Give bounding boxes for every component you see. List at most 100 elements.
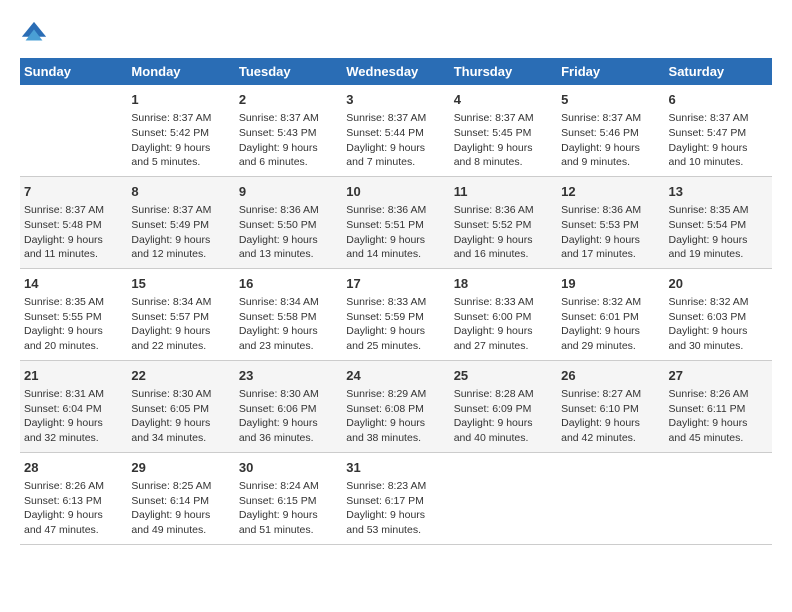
weekday-header-friday: Friday [557,58,664,85]
day-info: Sunrise: 8:30 AMSunset: 6:05 PMDaylight:… [131,387,230,446]
day-info: Sunrise: 8:36 AMSunset: 5:50 PMDaylight:… [239,203,338,262]
calendar-cell: 22Sunrise: 8:30 AMSunset: 6:05 PMDayligh… [127,360,234,452]
day-info: Sunrise: 8:29 AMSunset: 6:08 PMDaylight:… [346,387,445,446]
day-number: 3 [346,91,445,109]
day-info: Sunrise: 8:37 AMSunset: 5:45 PMDaylight:… [454,111,553,170]
calendar-cell: 13 Sunrise: 8:35 AMSunset: 5:54 PMDayligh… [665,176,772,268]
calendar-cell: 6 Sunrise: 8:37 AMSunset: 5:47 PMDaylight… [665,85,772,176]
calendar-cell: 7 Sunrise: 8:37 AMSunset: 5:48 PMDaylight… [20,176,127,268]
calendar-cell [450,452,557,544]
calendar-cell: 17 Sunrise: 8:33 AMSunset: 5:59 PMDayligh… [342,268,449,360]
week-row-2: 7 Sunrise: 8:37 AMSunset: 5:48 PMDaylight… [20,176,772,268]
calendar-cell: 20 Sunrise: 8:32 AMSunset: 6:03 PMDayligh… [665,268,772,360]
calendar-cell: 16 Sunrise: 8:34 AMSunset: 5:58 PMDayligh… [235,268,342,360]
calendar-cell: 26 Sunrise: 8:27 AMSunset: 6:10 PMDayligh… [557,360,664,452]
day-info: Sunrise: 8:23 AMSunset: 6:17 PMDaylight:… [346,479,445,538]
weekday-header-saturday: Saturday [665,58,772,85]
day-number: 28 [24,459,123,477]
day-info: Sunrise: 8:37 AMSunset: 5:46 PMDaylight:… [561,111,660,170]
day-info: Sunrise: 8:37 AMSunset: 5:42 PMDaylight:… [131,111,230,170]
week-row-3: 14 Sunrise: 8:35 AMSunset: 5:55 PMDayligh… [20,268,772,360]
day-number: 14 [24,275,123,293]
day-number: 23 [239,367,338,385]
week-row-4: 21 Sunrise: 8:31 AMSunset: 6:04 PMDayligh… [20,360,772,452]
day-number: 6 [669,91,768,109]
day-info: Sunrise: 8:37 AMSunset: 5:49 PMDaylight:… [131,203,230,262]
day-number: 26 [561,367,660,385]
day-info: Sunrise: 8:27 AMSunset: 6:10 PMDaylight:… [561,387,660,446]
day-number: 15 [131,275,230,293]
day-number: 25 [454,367,553,385]
calendar-cell [557,452,664,544]
logo-icon [20,20,48,48]
calendar-cell: 25 Sunrise: 8:28 AMSunset: 6:09 PMDayligh… [450,360,557,452]
calendar-cell [20,85,127,176]
day-info: Sunrise: 8:36 AMSunset: 5:51 PMDaylight:… [346,203,445,262]
calendar-cell: 27 Sunrise: 8:26 AMSunset: 6:11 PMDayligh… [665,360,772,452]
weekday-header-row: SundayMondayTuesdayWednesdayThursdayFrid… [20,58,772,85]
day-number: 31 [346,459,445,477]
day-number: 19 [561,275,660,293]
day-info: Sunrise: 8:36 AMSunset: 5:52 PMDaylight:… [454,203,553,262]
day-number: 17 [346,275,445,293]
calendar-cell: 1 Sunrise: 8:37 AMSunset: 5:42 PMDaylight… [127,85,234,176]
day-number: 13 [669,183,768,201]
calendar-cell: 29 Sunrise: 8:25 AMSunset: 6:14 PMDayligh… [127,452,234,544]
day-info: Sunrise: 8:32 AMSunset: 6:01 PMDaylight:… [561,295,660,354]
calendar-cell: 4 Sunrise: 8:37 AMSunset: 5:45 PMDaylight… [450,85,557,176]
weekday-header-sunday: Sunday [20,58,127,85]
calendar-cell: 23Sunrise: 8:30 AMSunset: 6:06 PMDayligh… [235,360,342,452]
day-info: Sunrise: 8:35 AMSunset: 5:55 PMDaylight:… [24,295,123,354]
calendar-cell: 5Sunrise: 8:37 AMSunset: 5:46 PMDaylight… [557,85,664,176]
week-row-5: 28 Sunrise: 8:26 AMSunset: 6:13 PMDayligh… [20,452,772,544]
day-info: Sunrise: 8:32 AMSunset: 6:03 PMDaylight:… [669,295,768,354]
day-number: 4 [454,91,553,109]
calendar-cell: 11Sunrise: 8:36 AMSunset: 5:52 PMDayligh… [450,176,557,268]
header [20,20,772,48]
calendar-cell: 28 Sunrise: 8:26 AMSunset: 6:13 PMDayligh… [20,452,127,544]
day-number: 10 [346,183,445,201]
day-number: 9 [239,183,338,201]
day-number: 27 [669,367,768,385]
day-info: Sunrise: 8:37 AMSunset: 5:43 PMDaylight:… [239,111,338,170]
day-info: Sunrise: 8:26 AMSunset: 6:11 PMDaylight:… [669,387,768,446]
day-number: 7 [24,183,123,201]
day-info: Sunrise: 8:35 AMSunset: 5:54 PMDaylight:… [669,203,768,262]
day-number: 24 [346,367,445,385]
day-info: Sunrise: 8:34 AMSunset: 5:57 PMDaylight:… [131,295,230,354]
day-number: 21 [24,367,123,385]
calendar-cell: 24 Sunrise: 8:29 AMSunset: 6:08 PMDayligh… [342,360,449,452]
day-number: 16 [239,275,338,293]
weekday-header-tuesday: Tuesday [235,58,342,85]
calendar-cell: 15 Sunrise: 8:34 AMSunset: 5:57 PMDayligh… [127,268,234,360]
day-number: 30 [239,459,338,477]
day-info: Sunrise: 8:24 AMSunset: 6:15 PMDaylight:… [239,479,338,538]
day-info: Sunrise: 8:28 AMSunset: 6:09 PMDaylight:… [454,387,553,446]
week-row-1: 1 Sunrise: 8:37 AMSunset: 5:42 PMDaylight… [20,85,772,176]
calendar-cell: 19 Sunrise: 8:32 AMSunset: 6:01 PMDayligh… [557,268,664,360]
calendar-cell: 12 Sunrise: 8:36 AMSunset: 5:53 PMDayligh… [557,176,664,268]
day-number: 29 [131,459,230,477]
day-info: Sunrise: 8:33 AMSunset: 6:00 PMDaylight:… [454,295,553,354]
day-info: Sunrise: 8:37 AMSunset: 5:48 PMDaylight:… [24,203,123,262]
day-number: 18 [454,275,553,293]
day-info: Sunrise: 8:31 AMSunset: 6:04 PMDaylight:… [24,387,123,446]
day-number: 20 [669,275,768,293]
day-number: 1 [131,91,230,109]
calendar-cell: 14 Sunrise: 8:35 AMSunset: 5:55 PMDayligh… [20,268,127,360]
day-info: Sunrise: 8:37 AMSunset: 5:44 PMDaylight:… [346,111,445,170]
day-info: Sunrise: 8:25 AMSunset: 6:14 PMDaylight:… [131,479,230,538]
calendar-cell [665,452,772,544]
calendar-cell: 18 Sunrise: 8:33 AMSunset: 6:00 PMDayligh… [450,268,557,360]
calendar-cell: 3 Sunrise: 8:37 AMSunset: 5:44 PMDaylight… [342,85,449,176]
day-info: Sunrise: 8:37 AMSunset: 5:47 PMDaylight:… [669,111,768,170]
day-info: Sunrise: 8:34 AMSunset: 5:58 PMDaylight:… [239,295,338,354]
day-info: Sunrise: 8:36 AMSunset: 5:53 PMDaylight:… [561,203,660,262]
day-number: 12 [561,183,660,201]
day-info: Sunrise: 8:33 AMSunset: 5:59 PMDaylight:… [346,295,445,354]
weekday-header-monday: Monday [127,58,234,85]
day-number: 2 [239,91,338,109]
day-info: Sunrise: 8:26 AMSunset: 6:13 PMDaylight:… [24,479,123,538]
calendar-cell: 10 Sunrise: 8:36 AMSunset: 5:51 PMDayligh… [342,176,449,268]
calendar-cell: 31 Sunrise: 8:23 AMSunset: 6:17 PMDayligh… [342,452,449,544]
